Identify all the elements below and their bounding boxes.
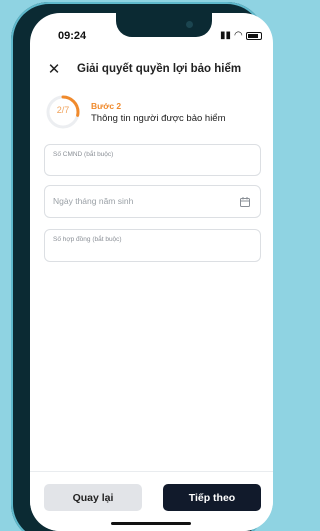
notch xyxy=(116,13,212,37)
app-header: ✕ Giải quyết quyền lợi bảo hiểm xyxy=(30,61,273,83)
contract-number-field[interactable]: Số hợp đồng (bắt buộc) xyxy=(44,229,261,262)
battery-icon xyxy=(245,31,262,40)
step-label: Bước 2 xyxy=(91,101,122,111)
status-icons: ▮▮ ◠ xyxy=(220,30,262,41)
app-screen: 09:24 ▮▮ ◠ ✕ Giải quyết quyền lợi bảo hi… xyxy=(30,13,273,531)
step-description: Thông tin người được bảo hiểm xyxy=(91,113,226,124)
wifi-icon: ◠ xyxy=(234,30,243,41)
id-number-label: Số CMND (bắt buộc) xyxy=(53,151,114,158)
dob-placeholder: Ngày tháng năm sinh xyxy=(53,196,134,206)
id-number-field[interactable]: Số CMND (bắt buộc) xyxy=(44,144,261,176)
contract-number-label: Số hợp đồng (bắt buộc) xyxy=(53,236,122,243)
calendar-icon[interactable] xyxy=(240,197,250,207)
close-icon[interactable]: ✕ xyxy=(46,61,62,79)
step-progress-ring: 2/7 xyxy=(45,94,81,130)
dob-field[interactable]: Ngày tháng năm sinh xyxy=(44,185,261,218)
footer-bar: Quay lại Tiếp theo xyxy=(30,471,273,531)
home-indicator xyxy=(111,522,191,525)
page-title: Giải quyết quyền lợi bảo hiểm xyxy=(77,63,242,75)
signal-icon: ▮▮ xyxy=(220,30,232,41)
progress-text: 2/7 xyxy=(56,105,70,115)
phone-frame: 09:24 ▮▮ ◠ ✕ Giải quyết quyền lợi bảo hi… xyxy=(11,2,273,531)
back-button[interactable]: Quay lại xyxy=(44,484,142,511)
next-button[interactable]: Tiếp theo xyxy=(163,484,261,511)
camera-icon xyxy=(186,21,193,28)
status-time: 09:24 xyxy=(58,30,87,42)
